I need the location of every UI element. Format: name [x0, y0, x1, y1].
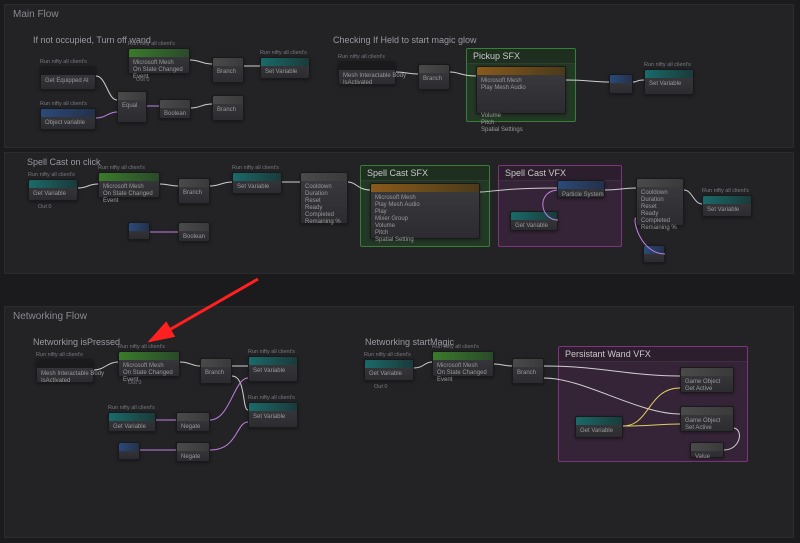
node-onstate-c[interactable]: Microsoft Mesh On State Changed Event: [98, 172, 160, 198]
node-branch-a2[interactable]: Branch: [212, 95, 244, 121]
node-getvar-m[interactable]: Get Variable: [364, 359, 414, 381]
comment-pickup-sfx-title: Pickup SFX: [467, 49, 575, 64]
comment-cast-vfx: Spell Cast VFX: [498, 165, 622, 247]
badge-run-6: Run nifty all client's: [28, 172, 75, 178]
node-branch-n1[interactable]: Branch: [200, 358, 232, 384]
node-activated-b[interactable]: Mesh Interactable Body IsActivated: [338, 61, 396, 85]
node-equal-a[interactable]: Equal: [117, 91, 147, 123]
red-arrow: [140, 275, 270, 350]
section-title-net: Networking Flow: [13, 311, 87, 322]
node-branch-c1[interactable]: Branch: [178, 178, 210, 204]
node-branch-m[interactable]: Branch: [512, 358, 544, 384]
node-object-var-a[interactable]: Object variable: [40, 108, 96, 130]
node-getvar-wand[interactable]: Get Variable: [575, 416, 623, 438]
node-setvar-d[interactable]: Set Variable: [702, 195, 752, 217]
comment-cast-vfx-title: Spell Cast VFX: [499, 166, 621, 181]
badge-run-m2: Run nifty all client's: [432, 344, 479, 350]
badge-run-9: Run nifty all client's: [702, 188, 749, 194]
node-negate-n1[interactable]: Negate: [176, 412, 210, 432]
badge-run-1: Run nifty all client's: [40, 59, 87, 65]
subgroup-held-label: Checking If Held to start magic glow: [333, 35, 477, 45]
badge-run-4: Run nifty all client's: [338, 54, 385, 60]
node-tiny-d[interactable]: [643, 245, 665, 263]
badge-out-a: Out 0: [136, 77, 149, 83]
node-onstate-m[interactable]: Microsoft Mesh On State Changed Event: [432, 351, 494, 377]
subgroup-spellcast-label: Spell Cast on click: [27, 157, 101, 167]
badge-run-m1: Run nifty all client's: [364, 352, 411, 358]
node-cooldown-c[interactable]: Cooldown Duration Reset Ready Completed …: [300, 172, 348, 224]
node-tiny-b[interactable]: [609, 74, 633, 94]
badge-out-m: Out 0: [374, 384, 387, 390]
node-getvar-n[interactable]: Get Variable: [108, 412, 156, 432]
node-cooldown-d[interactable]: Cooldown Duration Reset Ready Completed …: [636, 178, 684, 226]
node-onstate-a[interactable]: Microsoft Mesh On State Changed Event: [128, 48, 190, 74]
node-play-audio-pickup[interactable]: Microsoft Mesh Play Mesh Audio Volume Pi…: [476, 66, 566, 114]
node-branch-a1[interactable]: Branch: [212, 57, 244, 83]
badge-run-n1: Run nifty all client's: [36, 352, 83, 358]
comment-wand-vfx-title: Persistant Wand VFX: [559, 347, 747, 362]
node-branch-b[interactable]: Branch: [418, 64, 450, 90]
node-particle[interactable]: Particle System: [557, 180, 605, 198]
subgroup-netpress-label: Networking isPressed: [33, 337, 120, 347]
node-tiny-n[interactable]: [118, 442, 140, 460]
node-boolean-a[interactable]: Boolean: [159, 99, 191, 119]
node-gameobj-set[interactable]: Game Object Set Active: [680, 406, 734, 432]
node-setvar-c[interactable]: Set Variable: [232, 172, 282, 194]
badge-run-n4: Run nifty all client's: [248, 395, 295, 401]
badge-out-c: Out 0: [38, 204, 51, 210]
node-setvar-n2[interactable]: Set Variable: [248, 402, 298, 428]
node-play-audio-cast[interactable]: Microsoft Mesh Play Mesh Audio Play Mixe…: [370, 183, 480, 239]
badge-run-1b: Run nifty all client's: [40, 101, 87, 107]
node-setvar-a[interactable]: Set Variable: [260, 57, 310, 79]
node-gameobj-get[interactable]: Game Object Get Active: [680, 367, 734, 393]
badge-out-n: Out 0: [128, 380, 141, 386]
section-title-main: Main Flow: [13, 9, 59, 20]
badge-run-3: Run nifty all client's: [260, 50, 307, 56]
node-activated-n[interactable]: Mesh Interactable Body IsActivated: [36, 359, 94, 383]
node-boolean-c[interactable]: Boolean: [178, 222, 210, 242]
node-value-wand[interactable]: Value: [690, 442, 724, 458]
badge-run-2: Run nifty all client's: [128, 41, 175, 47]
node-getvar-c1[interactable]: Get Variable: [28, 179, 78, 201]
badge-run-n2b: Run nifty all client's: [108, 405, 155, 411]
comment-cast-sfx-title: Spell Cast SFX: [361, 166, 489, 181]
node-tiny-c2[interactable]: [128, 222, 150, 240]
node-setvar-n1[interactable]: Set Variable: [248, 356, 298, 382]
node-setvar-b[interactable]: Set Variable: [644, 69, 694, 95]
node-negate-n2[interactable]: Negate: [176, 442, 210, 462]
badge-run-5: Run nifty all client's: [644, 62, 691, 68]
node-getvar-vfx[interactable]: Get Variable: [510, 211, 558, 231]
node-get-equipped[interactable]: Get Equipped At: [40, 66, 96, 90]
badge-run-8: Run nifty all client's: [232, 165, 279, 171]
badge-run-7: Run nifty all client's: [98, 165, 145, 171]
node-onstate-n[interactable]: Microsoft Mesh On State Changed Event: [118, 351, 180, 377]
